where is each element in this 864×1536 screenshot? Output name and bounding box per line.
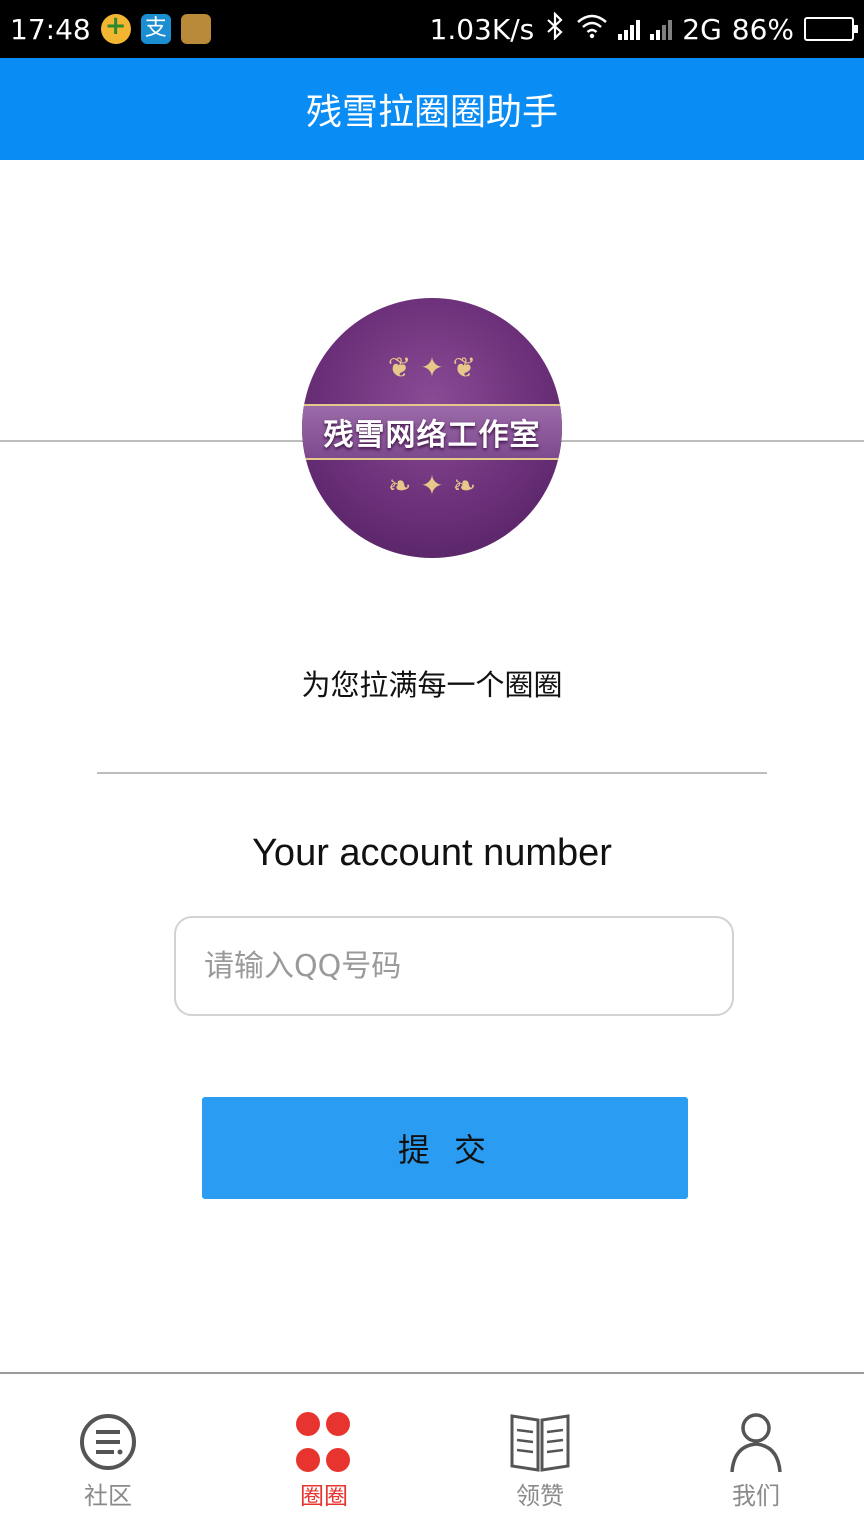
nav-label-about: 我们 [732,1482,780,1510]
ornament-top-icon: ❦ ✦ ❦ [387,351,477,384]
circles-icon [296,1412,350,1472]
signal-icon-2 [650,18,673,40]
community-icon [80,1414,136,1470]
status-left: 17:48 支 [10,11,211,46]
network-type: 2G [682,12,722,46]
submit-button[interactable]: 提交 [202,1097,688,1199]
content-divider [97,772,767,774]
ornament-bottom-icon: ❧ ✦ ❧ [387,469,477,502]
nav-label-community: 社区 [84,1482,132,1510]
status-time: 17:48 [10,12,91,46]
network-speed: 1.03K/s [429,12,535,46]
qq-number-input[interactable] [174,916,734,1016]
battery-percent: 86% [731,12,794,46]
nav-item-likes[interactable]: 领赞 [432,1374,648,1536]
battery-icon [804,17,858,41]
gold-app-icon [180,14,211,44]
bottom-nav: 社区 圈圈 领赞 我们 [0,1372,864,1536]
bluetooth-icon [544,10,566,47]
app-bar: 残雪拉圈圈助手 [0,58,864,160]
nav-item-about[interactable]: 我们 [648,1374,864,1536]
studio-logo: ❦ ✦ ❦ 残雪网络工作室 ❧ ✦ ❧ [302,298,562,558]
status-right: 1.03K/s 2G 86% [429,10,858,47]
signal-icon [618,18,641,40]
nav-label-likes: 领赞 [516,1482,564,1510]
nav-item-community[interactable]: 社区 [0,1374,216,1536]
person-icon [730,1413,782,1473]
plus-app-icon [100,11,131,44]
slogan: 为您拉满每一个圈圈 [301,668,563,702]
book-icon [510,1414,570,1472]
alipay-icon: 支 [140,14,171,44]
logo-text: 残雪网络工作室 [302,404,562,460]
nav-item-circles[interactable]: 圈圈 [216,1374,432,1536]
account-label: Your account number [252,832,612,874]
wifi-icon [576,13,608,46]
status-bar: 17:48 支 1.03K/s 2G 86% [0,0,864,58]
nav-label-circles: 圈圈 [300,1482,348,1510]
page-title: 残雪拉圈圈助手 [305,92,558,133]
